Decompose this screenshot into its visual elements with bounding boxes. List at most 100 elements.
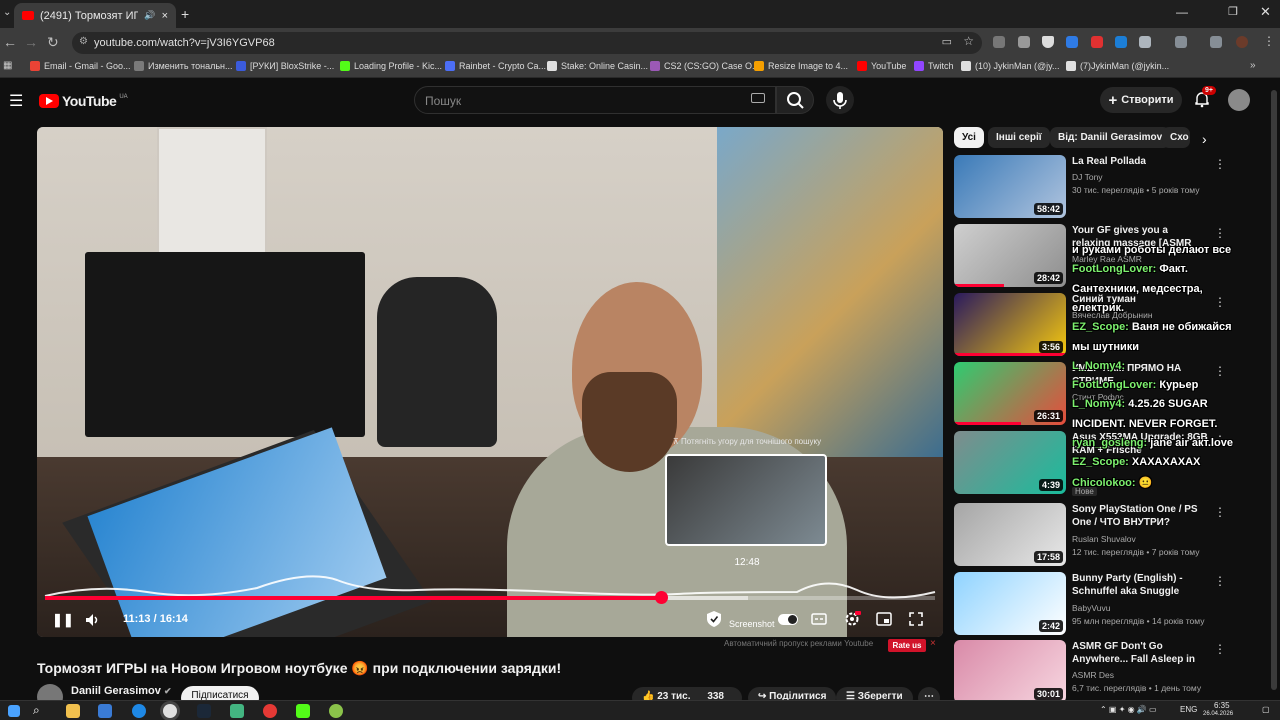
more-vertical-icon[interactable]: ⋮ [1214, 157, 1226, 171]
page-scrollbar[interactable] [1271, 90, 1277, 690]
related-video-item[interactable]: 28:42 Your GF gives you a relaxing massa… [954, 224, 1226, 290]
search-button[interactable] [776, 86, 814, 114]
file-explorer-icon[interactable] [66, 704, 80, 718]
related-video-item[interactable]: 2:42 Bunny Party (English) - Schnuffel a… [954, 572, 1226, 638]
voice-search-button[interactable] [826, 86, 854, 114]
progress-bar[interactable] [45, 596, 935, 600]
related-video-item[interactable]: 17:58 Sony PlayStation One / PS One / ЧТ… [954, 503, 1226, 569]
pause-icon[interactable]: ❚❚ [52, 611, 74, 629]
tab-mute-icon[interactable]: 🔊 [144, 10, 155, 21]
shield-icon[interactable] [705, 610, 723, 628]
rate-us-button[interactable]: Rate us [888, 639, 926, 652]
steam-icon[interactable] [197, 704, 211, 718]
more-vertical-icon[interactable]: ⋮ [1214, 295, 1226, 309]
more-vertical-icon[interactable]: ⋮ [1214, 364, 1226, 378]
related-video-item[interactable]: 30:01 ASMR GF Don't Go Anywhere... Fall … [954, 640, 1224, 700]
profile-avatar[interactable] [1236, 36, 1248, 48]
related-video-channel[interactable]: Ruslan Shuvalov [1072, 534, 1136, 544]
related-video-channel[interactable]: DJ Tony [1072, 172, 1103, 182]
bookmark-item[interactable]: Twitch [914, 61, 954, 71]
close-window-icon[interactable]: ✕ [1260, 4, 1271, 20]
related-video-thumbnail[interactable]: 17:58 [954, 503, 1066, 566]
new-tab-icon[interactable]: + [181, 6, 189, 22]
extension-icon[interactable] [1018, 36, 1030, 48]
bookmark-item[interactable]: Resize Image to 4... [754, 61, 848, 71]
notifications-button[interactable]: 9+ [1193, 86, 1216, 108]
reading-list-icon[interactable] [1210, 36, 1222, 48]
miniplayer-icon[interactable] [875, 610, 893, 628]
language-indicator[interactable]: ENG [1180, 705, 1197, 714]
related-video-thumbnail[interactable]: 26:31 [954, 362, 1066, 425]
create-button[interactable]: + Створити [1100, 87, 1182, 113]
sidepanel-icon[interactable] [1175, 36, 1187, 48]
chip-other-series[interactable]: Інші серії [988, 127, 1050, 148]
tab-close-icon[interactable]: × [162, 10, 168, 22]
related-video-title[interactable]: Sony PlayStation One / PS One / ЧТО ВНУТ… [1072, 503, 1208, 529]
more-vertical-icon[interactable]: ⋮ [1214, 226, 1226, 240]
related-video-channel[interactable]: BabyVuvu [1072, 603, 1110, 613]
windows-start-icon[interactable] [8, 705, 20, 717]
more-vertical-icon[interactable]: ⋮ [1214, 642, 1224, 656]
reload-icon[interactable]: ↻ [47, 34, 59, 51]
channel-name[interactable]: Daniil Gerasimov ✔ [71, 685, 171, 697]
chip-all[interactable]: Усі [954, 127, 984, 148]
related-video-thumbnail[interactable]: 3:56 [954, 293, 1066, 356]
related-video-channel[interactable]: ASMR Des [1072, 670, 1114, 680]
related-video-thumbnail[interactable]: 28:42 [954, 224, 1066, 287]
chevron-right-icon[interactable]: › [1202, 131, 1207, 147]
address-bar[interactable]: ⚙ youtube.com/watch?v=jV3I6YGVP68 ▭ ☆ [72, 32, 982, 54]
subtitles-icon[interactable] [810, 610, 828, 628]
autoplay-toggle[interactable] [778, 614, 798, 625]
back-icon[interactable]: ← [3, 34, 17, 50]
related-video-thumbnail[interactable]: 58:42 [954, 155, 1066, 218]
bookmark-star-icon[interactable]: ☆ [963, 34, 974, 48]
youtube-logo[interactable]: YouTube UA [39, 93, 128, 109]
chrome-active-icon[interactable] [163, 704, 177, 718]
keyboard-icon[interactable] [751, 93, 765, 103]
browser-tab-active[interactable]: (2491) Тормозят ИГРЫ на Н 🔊 × [14, 3, 176, 28]
bookmark-item[interactable]: YouTube [857, 61, 906, 71]
related-video-thumbnail[interactable]: 2:42 [954, 572, 1066, 635]
more-vertical-icon[interactable]: ⋮ [1214, 505, 1226, 519]
edge-icon[interactable] [132, 704, 146, 718]
more-bookmarks-icon[interactable]: » [1250, 60, 1256, 71]
related-video-title[interactable]: La Real Pollada [1072, 155, 1208, 168]
extension-icon[interactable] [1115, 36, 1127, 48]
clock-date[interactable]: 26.04.2026 [1203, 711, 1233, 717]
search-input[interactable]: Пошук [414, 86, 776, 114]
restore-icon[interactable]: ❐ [1228, 5, 1238, 18]
extensions-puzzle-icon[interactable] [1139, 36, 1151, 48]
chip-similar[interactable]: Схо [1162, 127, 1190, 148]
bookmark-item[interactable]: Loading Profile - Kic... [340, 61, 442, 71]
related-video-title[interactable]: ASMR GF Don't Go Anywhere... Fall Asleep… [1072, 640, 1208, 666]
search-icon[interactable]: ⌕ [33, 703, 40, 718]
taskbar-app-icon[interactable] [230, 704, 244, 718]
clock-time[interactable]: 6:35 [1214, 701, 1230, 710]
progress-scrubber-handle[interactable] [654, 591, 668, 604]
cast-icon[interactable]: ▭ [942, 35, 952, 48]
shield-extension-icon[interactable] [1042, 36, 1054, 48]
hamburger-menu-icon[interactable]: ☰ [9, 91, 23, 111]
xbox-icon[interactable] [329, 704, 343, 718]
extension-icon[interactable] [993, 36, 1005, 48]
fullscreen-icon[interactable] [907, 610, 925, 628]
related-video-thumbnail[interactable]: 4:39 [954, 431, 1066, 494]
minimize-icon[interactable]: — [1176, 5, 1188, 19]
screenshot-label[interactable]: Screenshot [729, 619, 775, 629]
apps-grid-icon[interactable]: ▦ [3, 60, 12, 71]
ad-notice-close-icon[interactable]: × [930, 638, 936, 649]
taskbar-app-icon[interactable] [98, 704, 112, 718]
bookmark-item[interactable]: [РУКИ] BloxStrike -... [236, 61, 334, 71]
bookmark-item[interactable]: Email - Gmail - Goo... [30, 61, 131, 71]
volume-icon[interactable] [84, 611, 102, 629]
account-avatar[interactable] [1228, 89, 1250, 111]
related-video-item[interactable]: 58:42 La Real Pollada DJ Tony 30 тис. пе… [954, 155, 1226, 221]
more-vertical-icon[interactable]: ⋮ [1214, 574, 1226, 588]
tray-icons[interactable]: ⌃ ▣ ✦ ◉ 🔊 ▭ [1100, 705, 1157, 714]
kick-icon[interactable] [296, 704, 310, 718]
site-info-icon[interactable]: ⚙ [79, 36, 88, 47]
browser-menu-icon[interactable]: ⋮ [1263, 34, 1275, 48]
forward-icon[interactable]: → [24, 34, 38, 50]
bookmark-item[interactable]: Изменить тональн... [134, 61, 233, 71]
bookmark-item[interactable]: Stake: Online Casin... [547, 61, 648, 71]
